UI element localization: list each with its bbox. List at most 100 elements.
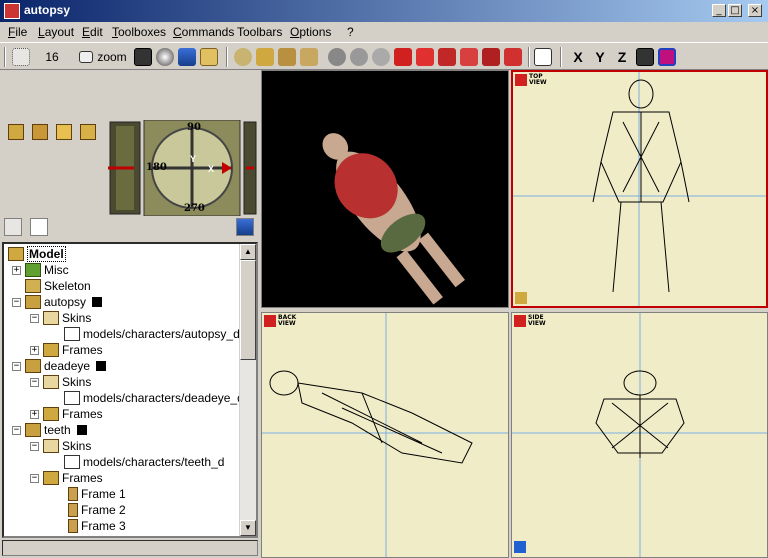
- tree-item-frames[interactable]: − Frames: [30, 470, 103, 486]
- tree-item-skin-file[interactable]: models/characters/deadeye_d: [64, 390, 244, 406]
- collapse-icon[interactable]: −: [30, 377, 39, 387]
- menu-layout[interactable]: Layout: [38, 25, 74, 39]
- cube-rotate-icon[interactable]: [32, 124, 48, 140]
- expand-icon[interactable]: +: [12, 265, 21, 275]
- color-swatch: [96, 361, 107, 371]
- tag-red-5-icon[interactable]: [482, 47, 500, 67]
- component-icon: [25, 423, 41, 437]
- collapse-icon[interactable]: −: [30, 441, 39, 451]
- menu-help[interactable]: ?: [347, 25, 354, 39]
- book-icon[interactable]: [200, 47, 218, 67]
- lock-panel-icon[interactable]: [236, 218, 254, 236]
- axis-x-button[interactable]: X: [570, 47, 586, 67]
- cube-face-icon[interactable]: [278, 47, 296, 67]
- toolbar-separator: [560, 47, 562, 67]
- tree-root[interactable]: Model: [8, 246, 66, 262]
- 3d-axis-icon[interactable]: [636, 47, 654, 67]
- tree-item-label: models/characters/teeth_d: [83, 455, 225, 469]
- collapse-icon[interactable]: −: [12, 361, 21, 371]
- grid-size-value[interactable]: 16: [40, 47, 64, 67]
- scroll-thumb[interactable]: [240, 260, 256, 360]
- viewport-3d[interactable]: [261, 70, 509, 308]
- tree-item-frame[interactable]: Frame 2: [68, 502, 126, 518]
- compass-widget[interactable]: [108, 120, 258, 216]
- arrow-up-blue-icon[interactable]: [514, 541, 526, 553]
- menu-edit[interactable]: Edit: [82, 25, 103, 39]
- menu-toolbars[interactable]: Toolbars: [237, 25, 282, 39]
- vertex-icon[interactable]: [234, 47, 252, 67]
- zoom-label[interactable]: zoom: [96, 47, 128, 67]
- zoom-icon[interactable]: [78, 47, 94, 67]
- tree-item-frames[interactable]: + Frames: [30, 406, 103, 422]
- tag-red-icon[interactable]: [394, 47, 412, 67]
- tag-red-3-icon[interactable]: [438, 47, 456, 67]
- frame-icon: [68, 519, 78, 533]
- 3d-view-icon[interactable]: [134, 47, 152, 67]
- tree-item-skin-file[interactable]: models/characters/teeth_d: [64, 454, 224, 470]
- expand-icon[interactable]: +: [30, 409, 39, 419]
- frames-icon: [43, 343, 59, 357]
- cube-small-icon[interactable]: [8, 124, 24, 140]
- tag-red-2-icon[interactable]: [416, 47, 434, 67]
- view-badge-icon: [264, 315, 276, 327]
- tab-properties[interactable]: [30, 218, 48, 236]
- color-icon[interactable]: [658, 47, 676, 67]
- view-badge-icon: [514, 315, 526, 327]
- bone-add-icon[interactable]: [350, 47, 368, 67]
- collapse-icon[interactable]: −: [12, 297, 21, 307]
- bone-link-icon[interactable]: [372, 47, 390, 67]
- menu-options[interactable]: Options: [290, 25, 331, 39]
- grid-icon[interactable]: [12, 47, 30, 67]
- tree-item-label: autopsy: [44, 295, 87, 309]
- cube-icon[interactable]: [256, 47, 274, 67]
- texture-icon[interactable]: [156, 47, 174, 67]
- menu-commands[interactable]: Commands: [173, 25, 234, 39]
- collapse-icon[interactable]: −: [12, 425, 21, 435]
- tree-item-label: Frames: [62, 471, 103, 485]
- cube-light-icon[interactable]: [80, 124, 96, 140]
- expand-icon[interactable]: +: [30, 345, 39, 355]
- tree-item-skins[interactable]: − Skins: [30, 310, 91, 326]
- tree-item-skins[interactable]: − Skins: [30, 374, 91, 390]
- tree-item-skin-file[interactable]: models/characters/autopsy_d: [64, 326, 240, 342]
- tree-item-label: Frame 2: [81, 503, 126, 517]
- tree-item-frame[interactable]: Frame 1: [68, 486, 126, 502]
- tree-item-label: deadeye: [44, 359, 91, 373]
- lock-icon[interactable]: [178, 47, 196, 67]
- arrow-up-icon[interactable]: [515, 292, 527, 304]
- minimize-button[interactable]: _: [712, 4, 726, 17]
- scroll-up-button[interactable]: ▲: [240, 244, 256, 260]
- tree-scrollbar[interactable]: ▲ ▼: [239, 244, 256, 536]
- scroll-down-button[interactable]: ▼: [240, 520, 256, 536]
- axis-z-button[interactable]: Z: [614, 47, 630, 67]
- tree-item-misc[interactable]: + Misc: [12, 262, 69, 278]
- bone-icon[interactable]: [328, 47, 346, 67]
- top-view-grid: [513, 72, 766, 306]
- document-icon[interactable]: [534, 47, 552, 67]
- tree-item-label: Skins: [62, 375, 92, 389]
- viewport-back[interactable]: BACK VIEW: [261, 312, 509, 558]
- tree-item-frame[interactable]: Frame 3: [68, 518, 126, 534]
- close-button[interactable]: ×: [748, 4, 762, 17]
- tree-item-autopsy[interactable]: − autopsy: [12, 294, 103, 310]
- tree-item-deadeye[interactable]: − deadeye: [12, 358, 107, 374]
- tag-red-6-icon[interactable]: [504, 47, 522, 67]
- frame-icon: [68, 487, 78, 501]
- maximize-button[interactable]: □: [728, 4, 742, 17]
- tree-item-skeleton[interactable]: Skeleton: [25, 278, 91, 294]
- tree-item-skins[interactable]: − Skins: [30, 438, 91, 454]
- axis-y-button[interactable]: Y: [592, 47, 608, 67]
- viewport-side[interactable]: SIDE VIEW: [511, 312, 768, 558]
- tab-model-tree[interactable]: [4, 218, 22, 236]
- collapse-icon[interactable]: −: [30, 473, 39, 483]
- collapse-icon[interactable]: −: [30, 313, 39, 323]
- cube-edge-icon[interactable]: [300, 47, 318, 67]
- menu-file[interactable]: File: [8, 25, 27, 39]
- tree-item-teeth[interactable]: − teeth: [12, 422, 87, 438]
- viewport-top[interactable]: TOP VIEW: [511, 70, 768, 308]
- tree-item-frames[interactable]: + Frames: [30, 342, 103, 358]
- misc-icon: [25, 263, 41, 277]
- menu-toolboxes[interactable]: Toolboxes: [112, 25, 166, 39]
- undo-arrow-icon[interactable]: [56, 124, 72, 140]
- tag-red-4-icon[interactable]: [460, 47, 478, 67]
